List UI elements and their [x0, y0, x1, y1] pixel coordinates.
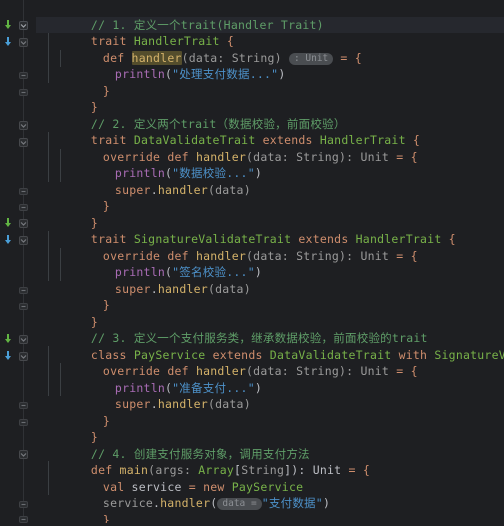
code-line[interactable]: }	[48, 198, 98, 230]
code-line[interactable]: class PayService extends DataValidateTra…	[48, 330, 504, 362]
fold-collapse-chevron-icon[interactable]	[17, 350, 30, 363]
code-line[interactable]: def main(args: Array[String]): Unit = {	[48, 446, 370, 477]
string-literal: "支付数据"	[261, 496, 323, 510]
brace: {	[448, 232, 456, 246]
assign-operator: =	[340, 50, 348, 65]
code-line[interactable]: override def handler(data: String): Unit…	[60, 347, 418, 378]
brace: }	[102, 298, 111, 312]
code-line[interactable]: }	[60, 396, 110, 428]
method-signature: (data: String): Unit	[246, 149, 390, 164]
code-line[interactable]: val service = new PayService	[60, 462, 303, 494]
call-arguments: (data)	[207, 182, 251, 197]
mixin-type-name: SignatureValidateTrait	[434, 347, 504, 362]
fold-collapse-chevron-icon[interactable]	[17, 217, 30, 230]
keyword-super: super	[114, 281, 151, 296]
method-call-name[interactable]: handler	[158, 282, 208, 296]
code-line[interactable]: super.handler(data)	[72, 165, 251, 197]
code-line[interactable]: override def handler(data: String): Unit…	[60, 231, 418, 263]
code-line[interactable]: trait SignatureValidateTrait extends Han…	[48, 215, 456, 246]
editor-gutter[interactable]	[0, 0, 36, 523]
fold-end-icon[interactable]	[17, 201, 30, 214]
code-line[interactable]: }	[48, 512, 98, 524]
call-println: println	[114, 67, 165, 81]
code-line[interactable]: }	[60, 495, 110, 524]
fold-end-icon[interactable]	[17, 300, 30, 313]
fold-end-icon[interactable]	[17, 513, 30, 526]
fold-collapse-chevron-icon[interactable]	[17, 119, 30, 132]
fold-end-icon[interactable]	[17, 399, 30, 412]
brace: {	[410, 248, 418, 263]
fold-collapse-chevron-icon[interactable]	[17, 448, 30, 461]
method-call-name[interactable]: handler	[158, 183, 208, 197]
code-line[interactable]: }	[48, 297, 98, 329]
string-literal: "处理支付数据..."	[172, 67, 279, 81]
implementing-method-icon[interactable]	[2, 333, 14, 345]
brace: {	[362, 463, 370, 477]
code-line[interactable]: println("签名校验...")	[72, 248, 262, 279]
code-line[interactable]: }	[60, 182, 110, 213]
fold-collapse-chevron-icon[interactable]	[17, 36, 30, 49]
code-line[interactable]: }	[48, 413, 98, 444]
code-editor[interactable]: // 1. 定义一个trait(Handler Trait) trait Han…	[0, 0, 504, 523]
code-line[interactable]: println("处理支付数据...")	[72, 50, 285, 81]
fold-end-icon[interactable]	[17, 284, 30, 297]
overridden-method-icon[interactable]	[2, 350, 14, 362]
paren: )	[322, 496, 331, 510]
fold-collapse-chevron-icon[interactable]	[17, 234, 30, 247]
inlay-hint-named-argument[interactable]: data =	[217, 498, 262, 510]
code-line[interactable]: // 1. 定义一个trait(Handler Trait)	[48, 0, 324, 32]
code-line[interactable]: }	[48, 83, 98, 114]
fold-collapse-chevron-icon[interactable]	[17, 136, 30, 149]
code-line[interactable]: trait HandlerTrait {	[48, 17, 234, 48]
fold-collapse-chevron-icon[interactable]	[17, 333, 30, 346]
code-line[interactable]: // 3. 定义一个支付服务类，继承数据校验，前面校验的trait	[48, 314, 428, 345]
fold-end-icon[interactable]	[17, 498, 30, 511]
code-line[interactable]: super.handler(data)	[72, 380, 251, 411]
brace: }	[102, 199, 111, 213]
code-line[interactable]: super.handler(data)	[72, 264, 251, 296]
code-line[interactable]: // 2. 定义两个trait（数据校验，前面校验）	[48, 99, 346, 131]
brace: }	[102, 83, 111, 98]
brace: {	[410, 149, 418, 164]
overridden-method-icon[interactable]	[2, 36, 14, 48]
code-line[interactable]: println("准备支付...")	[72, 363, 262, 395]
fold-collapse-chevron-icon[interactable]	[17, 19, 30, 32]
code-line[interactable]: println("数据校验...")	[72, 149, 262, 180]
fold-end-icon[interactable]	[17, 416, 30, 429]
keyword-super: super	[114, 397, 151, 411]
implementing-method-icon[interactable]	[2, 19, 14, 31]
overridden-method-icon[interactable]	[2, 234, 14, 246]
fold-end-icon[interactable]	[17, 185, 30, 198]
code-line[interactable]: }	[60, 281, 110, 312]
inlay-hint-return-type[interactable]: : Unit	[288, 52, 334, 65]
fold-end-icon[interactable]	[17, 69, 30, 82]
call-arguments: (data)	[207, 397, 251, 411]
assign-operator: =	[348, 463, 356, 477]
call-arguments: (data)	[207, 281, 251, 296]
code-line[interactable]: override def handler(data: String): Unit…	[60, 132, 418, 164]
keyword-super: super	[114, 182, 151, 197]
code-line[interactable]: }	[60, 66, 110, 98]
brace: {	[410, 364, 418, 378]
method-call-name[interactable]: handler	[158, 397, 208, 411]
fold-end-icon[interactable]	[17, 86, 30, 99]
implementing-method-icon[interactable]	[2, 217, 14, 229]
variable-name: service	[102, 496, 153, 510]
code-line[interactable]: def handler(data: String) : Unit = {	[60, 33, 362, 65]
brace: {	[354, 50, 362, 65]
method-signature: (data: String): Unit	[246, 248, 390, 263]
code-content[interactable]: // 1. 定义一个trait(Handler Trait) trait Han…	[36, 0, 504, 523]
brace: }	[102, 413, 111, 428]
brace: }	[102, 512, 111, 524]
method-call-name[interactable]: handler	[160, 496, 210, 510]
code-line[interactable]: service.handler(data = "支付数据")	[60, 479, 330, 510]
code-line[interactable]: trait DataValidateTrait extends HandlerT…	[48, 116, 420, 147]
code-line[interactable]: // 4. 创建支付服务对象，调用支付方法	[48, 429, 310, 461]
method-signature: (data: String): Unit	[246, 364, 390, 378]
paren: (	[210, 496, 218, 510]
